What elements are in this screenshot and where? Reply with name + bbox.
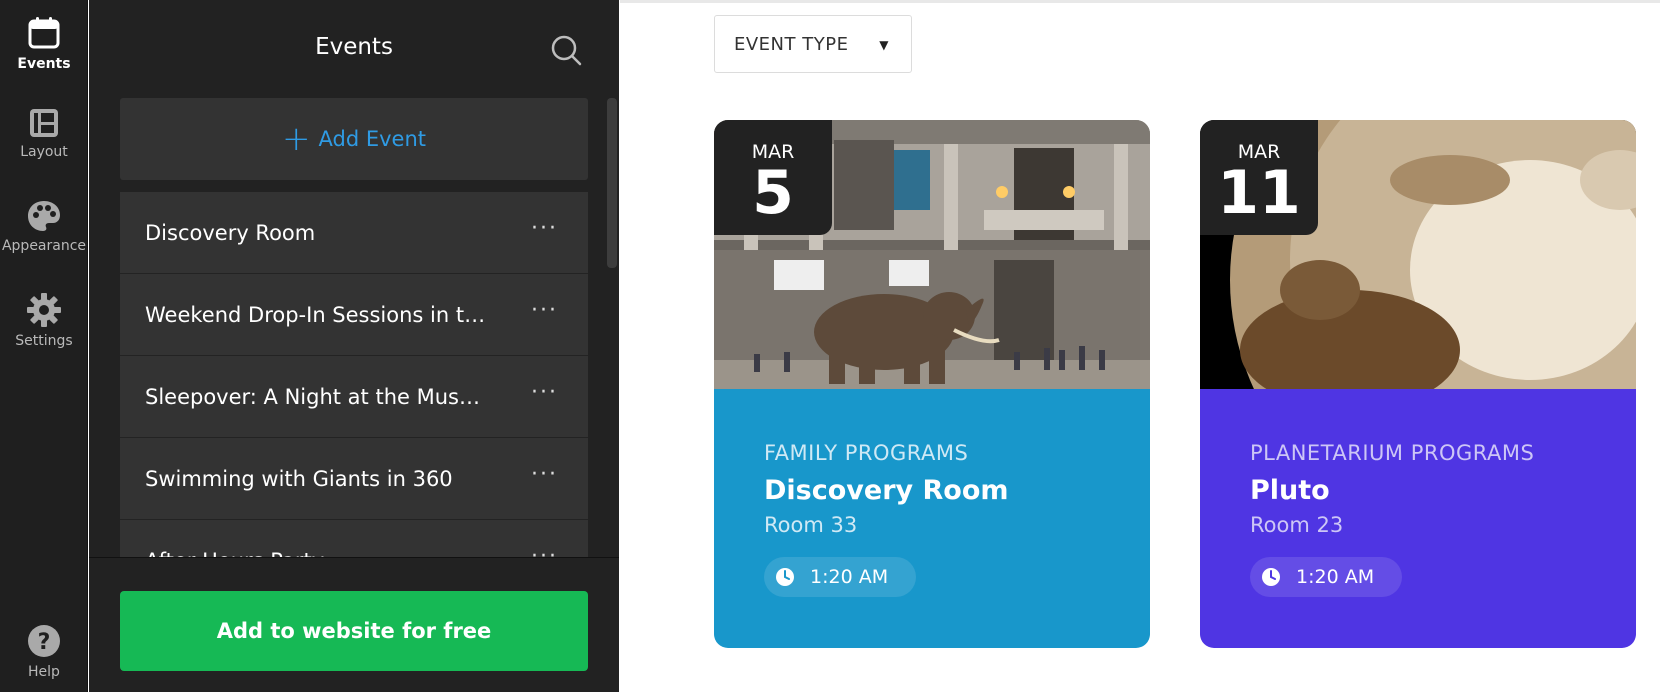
list-item[interactable]: Weekend Drop-In Sessions in the ... ···: [120, 274, 588, 356]
preview-area: EVENT TYPE ▼ MAR 5 FAMILY PROGRAMS Disco…: [620, 0, 1660, 692]
list-item[interactable]: Discovery Room ···: [120, 192, 588, 274]
divider: [620, 0, 1660, 3]
divider: [89, 557, 619, 558]
event-title: Discovery Room: [764, 475, 1009, 506]
palette-icon: [28, 201, 60, 231]
event-time: 1:20 AM: [810, 566, 889, 588]
rail-label-help: Help: [28, 664, 60, 680]
event-category: FAMILY PROGRAMS: [764, 441, 969, 465]
clock-icon: [776, 568, 794, 586]
svg-text:?: ?: [38, 630, 51, 655]
list-item[interactable]: Sleepover: A Night at the Museum ···: [120, 356, 588, 438]
more-options-icon[interactable]: ···: [531, 216, 558, 241]
rail-item-layout[interactable]: Layout: [0, 108, 88, 160]
icon-rail: Events Layout Appearance Settings ? Help: [0, 0, 88, 692]
event-time: 1:20 AM: [1296, 566, 1375, 588]
events-panel: Events + Add Event Discovery Room ··· We…: [89, 0, 619, 692]
plus-icon: +: [282, 119, 311, 159]
event-category: PLANETARIUM PROGRAMS: [1250, 441, 1535, 465]
event-name: Discovery Room: [145, 220, 316, 245]
panel-title: Events: [315, 34, 393, 60]
event-name: After Hours Party: [145, 549, 324, 558]
event-name: Weekend Drop-In Sessions in the ...: [145, 302, 490, 327]
help-icon: ?: [28, 625, 60, 657]
event-time-pill: 1:20 AM: [764, 557, 917, 597]
event-name: Swimming with Giants in 360: [145, 466, 453, 491]
more-options-icon[interactable]: ···: [531, 462, 558, 487]
event-type-label: EVENT TYPE: [734, 33, 849, 55]
event-room: Room 23: [1250, 513, 1344, 537]
rail-label-settings: Settings: [15, 333, 73, 349]
event-title: Pluto: [1250, 475, 1330, 506]
rail-item-settings[interactable]: Settings: [0, 293, 88, 349]
event-room: Room 33: [764, 513, 858, 537]
search-icon[interactable]: [550, 34, 582, 66]
caret-down-icon: ▼: [879, 38, 889, 52]
card-info: FAMILY PROGRAMS Discovery Room Room 33 1…: [714, 389, 1150, 648]
card-info: PLANETARIUM PROGRAMS Pluto Room 23 1:20 …: [1200, 389, 1636, 648]
date-badge: MAR 5: [714, 120, 832, 235]
scrollbar-thumb[interactable]: [607, 98, 617, 268]
add-to-website-button[interactable]: Add to website for free: [120, 591, 588, 671]
add-event-label: Add Event: [318, 127, 427, 151]
more-options-icon[interactable]: ···: [531, 544, 558, 557]
rail-item-appearance[interactable]: Appearance: [0, 200, 88, 254]
date-day: 11: [1217, 158, 1301, 228]
more-options-icon[interactable]: ···: [531, 298, 558, 323]
events-list: Discovery Room ··· Weekend Drop-In Sessi…: [120, 192, 588, 557]
layout-icon: [30, 109, 58, 137]
list-item[interactable]: Swimming with Giants in 360 ···: [120, 438, 588, 520]
rail-label-events: Events: [17, 56, 71, 72]
event-name: Sleepover: A Night at the Museum: [145, 384, 490, 409]
event-card[interactable]: MAR 5 FAMILY PROGRAMS Discovery Room Roo…: [714, 120, 1150, 648]
gear-icon: [27, 293, 61, 327]
date-badge: MAR 11: [1200, 120, 1318, 235]
rail-item-events[interactable]: Events: [0, 16, 88, 72]
rail-label-layout: Layout: [20, 144, 68, 160]
clock-icon: [1262, 568, 1280, 586]
list-item[interactable]: After Hours Party ···: [120, 520, 588, 557]
rail-item-help[interactable]: ? Help: [0, 624, 88, 680]
event-card[interactable]: MAR 11 PLANETARIUM PROGRAMS Pluto Room 2…: [1200, 120, 1636, 648]
event-type-dropdown[interactable]: EVENT TYPE ▼: [714, 15, 912, 73]
event-time-pill: 1:20 AM: [1250, 557, 1403, 597]
calendar-icon: [28, 17, 60, 49]
date-day: 5: [752, 158, 794, 228]
rail-label-appearance: Appearance: [1, 238, 87, 254]
add-event-button[interactable]: + Add Event: [120, 98, 588, 180]
more-options-icon[interactable]: ···: [531, 380, 558, 405]
